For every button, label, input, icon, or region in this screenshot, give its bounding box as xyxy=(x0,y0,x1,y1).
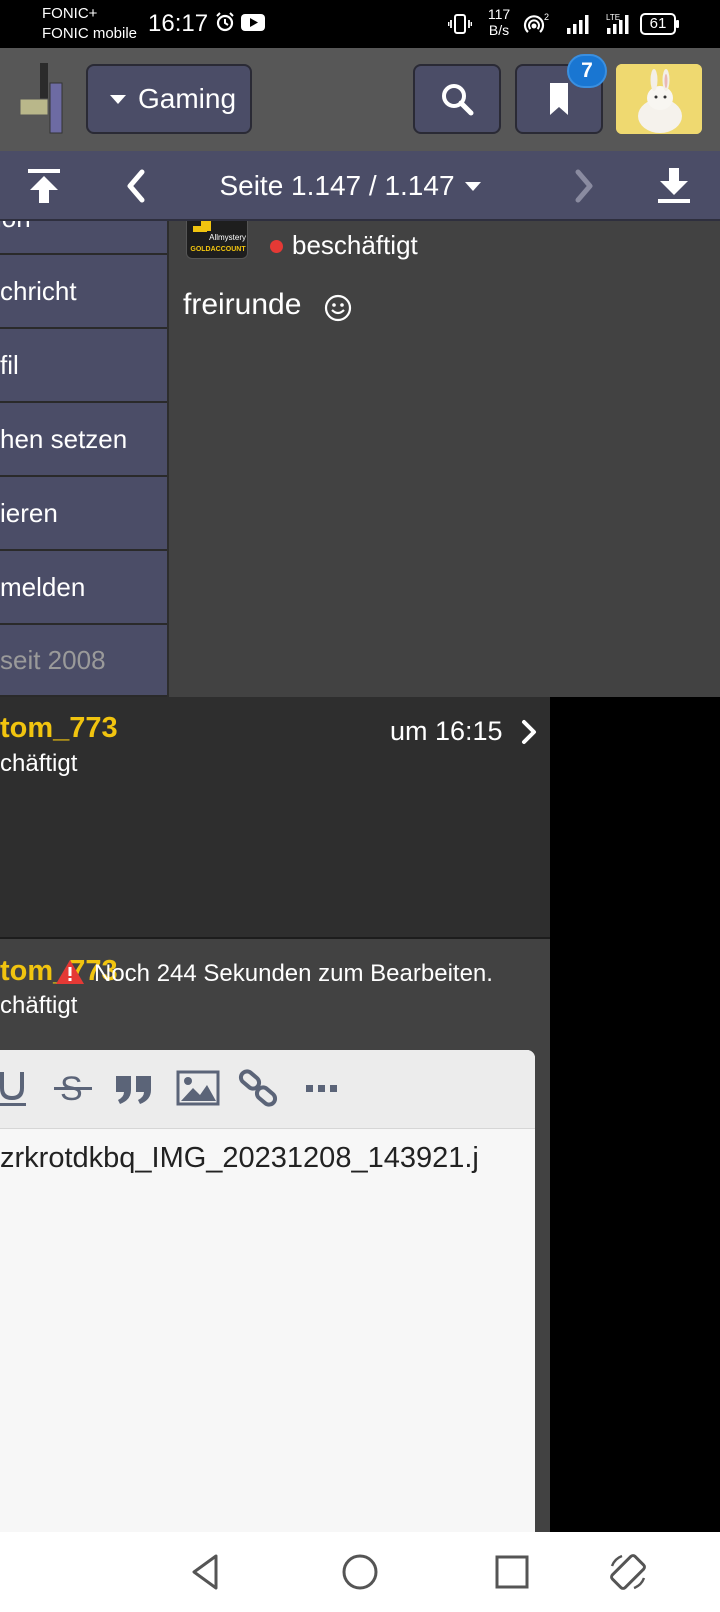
carrier-subname: FONIC mobile xyxy=(42,25,138,42)
smiley-icon xyxy=(324,294,352,322)
badge-subtitle: GOLDACCOUNT xyxy=(190,246,246,253)
vibrate-icon xyxy=(448,14,472,34)
carrier-name: FONIC+ xyxy=(42,5,98,22)
battery-icon: 61 xyxy=(640,13,680,35)
menu-item-label: melden xyxy=(0,571,86,602)
page-selector[interactable]: Seite 1.147 / 1.147 xyxy=(180,166,520,206)
post-time[interactable]: um 16:15 xyxy=(390,716,503,747)
previous-page-icon[interactable] xyxy=(118,166,154,206)
recents-icon[interactable] xyxy=(492,1552,532,1592)
signal-icon xyxy=(567,15,589,34)
menu-item-label: chricht xyxy=(0,275,77,306)
menu-item-label: hen setzen xyxy=(0,423,128,454)
back-icon[interactable] xyxy=(186,1552,226,1592)
network-speed-unit: B/s xyxy=(488,22,510,38)
svg-text:2: 2 xyxy=(544,12,549,22)
next-page-icon xyxy=(575,169,593,203)
network-speed-value: 117 xyxy=(487,6,511,22)
menu-item-bookmark[interactable]: hen setzen xyxy=(0,403,167,477)
status-clock: 16:17 xyxy=(148,10,209,37)
menu-item-partial[interactable]: ion xyxy=(0,221,167,255)
search-button[interactable] xyxy=(413,64,501,134)
edit-timer-note: Noch 244 Sekunden zum Bearbeiten. xyxy=(94,960,493,987)
menu-item-label: fil xyxy=(0,349,19,380)
menu-item-message[interactable]: chricht xyxy=(0,255,167,329)
category-dropdown[interactable]: Gaming xyxy=(86,64,252,134)
bookmark-count-badge: 7 xyxy=(567,54,607,88)
lte-signal-icon: LTE xyxy=(606,13,629,34)
image-icon[interactable] xyxy=(176,1068,220,1108)
network-speed: 117 B/s xyxy=(482,6,516,38)
chevron-right-icon[interactable] xyxy=(520,718,538,746)
strikethrough-icon[interactable]: S xyxy=(52,1068,94,1108)
bookmark-icon xyxy=(550,83,568,115)
status-dot xyxy=(270,240,283,253)
jump-first-icon[interactable] xyxy=(24,166,64,206)
menu-item-profile[interactable]: fil xyxy=(0,329,167,403)
badge-brand: Allmystery xyxy=(209,233,246,242)
link-icon[interactable] xyxy=(238,1068,280,1108)
post-text: freirunde xyxy=(183,288,302,321)
editor-content[interactable]: zrkrotdkbq_IMG_20231208_143921.j xyxy=(0,1142,479,1175)
user-status: chäftigt xyxy=(0,992,78,1019)
search-icon xyxy=(442,84,474,116)
hotspot-icon: 2 xyxy=(523,12,549,33)
warning-icon xyxy=(56,960,84,984)
post-username[interactable]: tom_773 xyxy=(0,712,118,745)
user-avatar[interactable] xyxy=(616,64,702,134)
site-logo[interactable] xyxy=(18,63,66,135)
menu-item-quote[interactable]: ieren xyxy=(0,477,167,551)
alarm-icon xyxy=(216,12,234,32)
menu-item-label: ieren xyxy=(0,497,58,528)
rotate-screen-icon[interactable] xyxy=(608,1552,648,1592)
user-status: beschäftigt xyxy=(292,230,418,260)
caret-down-icon xyxy=(110,94,126,104)
menu-item-label: seit 2008 xyxy=(0,644,106,675)
svg-text:LTE: LTE xyxy=(606,13,620,22)
more-icon[interactable] xyxy=(304,1068,340,1108)
quote-icon[interactable] xyxy=(114,1068,154,1108)
menu-item-member-since: seit 2008 xyxy=(0,625,167,697)
username-text: tom_773 xyxy=(0,712,118,744)
user-status: chäftigt xyxy=(0,750,78,777)
jump-last-icon[interactable] xyxy=(654,166,694,206)
home-icon[interactable] xyxy=(340,1552,380,1592)
category-label: Gaming xyxy=(138,83,237,114)
battery-level: 61 xyxy=(649,15,667,32)
menu-item-label: ion xyxy=(0,221,31,234)
caret-down-icon xyxy=(464,181,481,191)
youtube-icon xyxy=(241,14,265,31)
page-label: Seite 1.147 / 1.147 xyxy=(219,170,455,201)
goldaccount-badge: Allmystery GOLDACCOUNT xyxy=(186,221,248,259)
underline-icon[interactable] xyxy=(0,1068,28,1108)
menu-item-report[interactable]: melden xyxy=(0,551,167,625)
